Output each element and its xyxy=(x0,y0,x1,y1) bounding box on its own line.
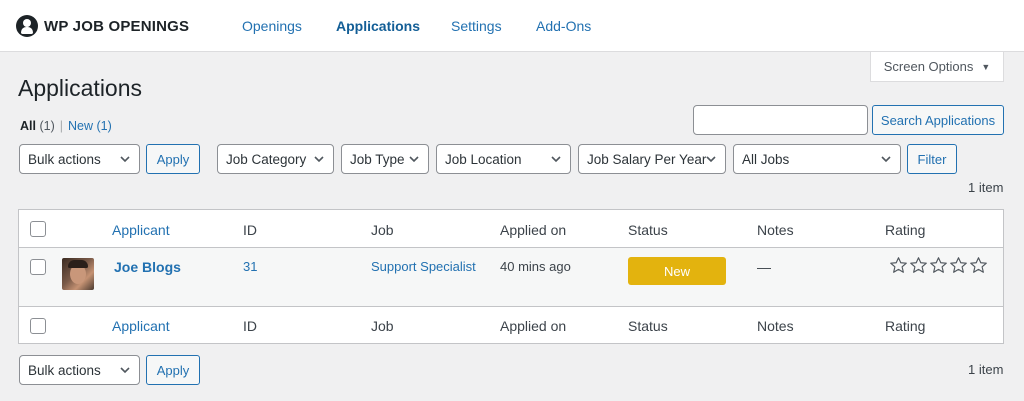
application-id-link[interactable]: 31 xyxy=(243,259,257,274)
screen-options-label: Screen Options xyxy=(883,59,974,74)
filter-button[interactable]: Filter xyxy=(907,144,957,174)
star-icon[interactable] xyxy=(909,256,928,275)
notes-value: — xyxy=(757,259,771,275)
status-badge: New xyxy=(628,257,726,285)
column-status: Status xyxy=(628,222,668,238)
column-applied-on-footer: Applied on xyxy=(500,318,567,334)
job-type-select[interactable]: Job Type xyxy=(341,144,429,174)
bulk-actions-select-top[interactable]: Bulk actions xyxy=(19,144,140,174)
job-category-select[interactable]: Job Category xyxy=(217,144,334,174)
star-icon[interactable] xyxy=(949,256,968,275)
page-title: Applications xyxy=(18,75,143,101)
applications-table: Applicant ID Job Applied on Status Notes… xyxy=(18,209,1004,344)
column-job-footer: Job xyxy=(371,318,394,334)
apply-button-top[interactable]: Apply xyxy=(146,144,200,174)
applied-on-value: 40 mins ago xyxy=(500,259,571,274)
item-count-top: 1 item xyxy=(968,180,1004,195)
column-applicant[interactable]: Applicant xyxy=(112,222,170,238)
item-count-bottom: 1 item xyxy=(968,362,1004,377)
nav-settings[interactable]: Settings xyxy=(451,0,502,52)
select-all-checkbox[interactable] xyxy=(30,221,46,237)
person-logo-icon xyxy=(16,15,38,37)
column-notes: Notes xyxy=(757,222,794,238)
chevron-down-icon xyxy=(120,367,130,374)
bulk-actions-select-bottom[interactable]: Bulk actions xyxy=(19,355,140,385)
screen-options-button[interactable]: Screen Options ▼ xyxy=(870,52,1004,82)
bulk-actions-value: Bulk actions xyxy=(28,151,101,167)
job-salary-value: Job Salary Per Year xyxy=(587,151,707,167)
star-icon[interactable] xyxy=(929,256,948,275)
table-row: Joe Blogs 31 Support Specialist 40 mins … xyxy=(19,248,1003,306)
chevron-down-icon xyxy=(881,156,891,163)
star-icon[interactable] xyxy=(969,256,988,275)
apply-button-bottom[interactable]: Apply xyxy=(146,355,200,385)
chevron-down-icon xyxy=(706,156,716,163)
brand-logo[interactable]: WP JOB OPENINGS xyxy=(16,15,189,37)
view-separator: | xyxy=(59,119,63,133)
view-all-link[interactable]: All (1) xyxy=(20,119,55,133)
top-bar: WP JOB OPENINGS Openings Applications Se… xyxy=(0,0,1024,52)
applicant-name-link[interactable]: Joe Blogs xyxy=(114,259,181,275)
job-location-select[interactable]: Job Location xyxy=(436,144,571,174)
all-jobs-value: All Jobs xyxy=(742,151,790,167)
column-job: Job xyxy=(371,222,394,238)
search-applications-button[interactable]: Search Applications xyxy=(872,105,1004,135)
column-id-footer: ID xyxy=(243,318,257,334)
column-rating: Rating xyxy=(885,222,926,238)
job-location-value: Job Location xyxy=(445,151,522,167)
view-all-count: (1) xyxy=(39,119,55,133)
nav-add-ons[interactable]: Add-Ons xyxy=(536,0,591,52)
select-all-checkbox-footer[interactable] xyxy=(30,318,46,334)
caret-down-icon: ▼ xyxy=(981,61,991,72)
chevron-down-icon xyxy=(120,156,130,163)
chevron-down-icon xyxy=(409,156,419,163)
job-salary-select[interactable]: Job Salary Per Year xyxy=(578,144,726,174)
nav-openings[interactable]: Openings xyxy=(242,0,302,52)
job-title-link[interactable]: Support Specialist xyxy=(371,259,476,274)
table-footer-row: Applicant ID Job Applied on Status Notes… xyxy=(19,306,1003,344)
star-icon[interactable] xyxy=(889,256,908,275)
job-type-value: Job Type xyxy=(350,151,405,167)
job-category-value: Job Category xyxy=(226,151,307,167)
column-applied-on: Applied on xyxy=(500,222,567,238)
column-id: ID xyxy=(243,222,257,238)
column-rating-footer: Rating xyxy=(885,318,926,334)
bulk-actions-value-bottom: Bulk actions xyxy=(28,362,101,378)
all-jobs-select[interactable]: All Jobs xyxy=(733,144,901,174)
view-new-count: (1) xyxy=(96,119,112,133)
nav-applications[interactable]: Applications xyxy=(336,0,420,52)
row-checkbox[interactable] xyxy=(30,259,46,275)
brand-name: WP JOB OPENINGS xyxy=(44,17,190,35)
view-new-link[interactable]: New (1) xyxy=(68,119,112,133)
column-notes-footer: Notes xyxy=(757,318,794,334)
view-filters: All (1) | New (1) xyxy=(20,119,112,133)
chevron-down-icon xyxy=(551,156,561,163)
avatar xyxy=(62,258,94,290)
search-input[interactable] xyxy=(693,105,868,135)
column-applicant-footer[interactable]: Applicant xyxy=(112,318,170,334)
rating-stars[interactable] xyxy=(889,256,988,275)
column-status-footer: Status xyxy=(628,318,668,334)
table-header-row: Applicant ID Job Applied on Status Notes… xyxy=(19,210,1003,248)
chevron-down-icon xyxy=(314,156,324,163)
